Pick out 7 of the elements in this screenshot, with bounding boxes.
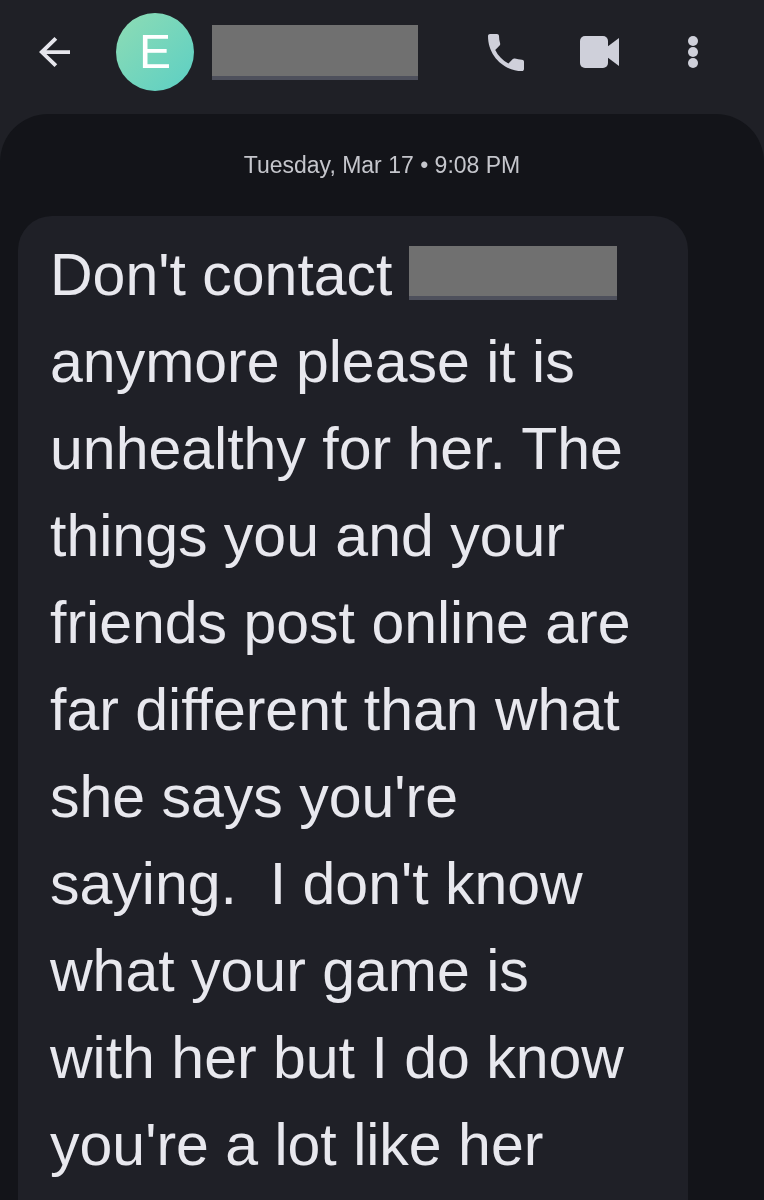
phone-icon[interactable] (488, 33, 524, 71)
more-options-icon[interactable] (687, 36, 699, 68)
message-text: Don't contact anymore please it is unhealthy for her. The things you and your friends post online are far different than what she says you're saying. I don't know what your game is with her but I do know you're a lot like her (50, 241, 632, 1180)
contact-avatar: E (116, 13, 194, 91)
video-camera-icon[interactable] (580, 36, 619, 68)
back-arrow-icon[interactable] (39, 37, 70, 67)
message-timestamp: Tuesday, Mar 17 • 9:08 PM (243, 151, 521, 179)
